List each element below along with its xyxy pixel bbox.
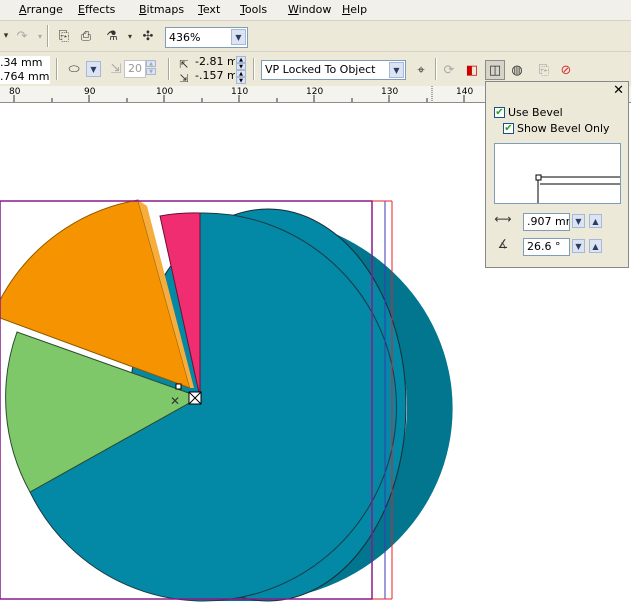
bevel-depth-icon: ⟷ [494,212,512,226]
vp-y-icon: ⇲ [179,71,189,85]
bevel-icon[interactable]: ◫ [485,60,505,80]
standard-toolbar: ▾ ↷ ▾ ⎘ ⎙ ⚗ ▾ ✣ 436% ▼ [0,21,631,52]
menu-help[interactable]: Help [342,3,367,16]
separator [435,58,437,80]
import-icon[interactable]: ⎘ [54,26,74,46]
separator [56,58,58,80]
vp-y-spin-down-icon[interactable]: ▼ [236,77,246,84]
checkmark-icon: ✔ [494,107,505,118]
position-y-field[interactable]: .764 mm [0,70,50,84]
show-bevel-only-checkbox[interactable]: ✔ Show Bevel Only [503,122,610,135]
menu-text[interactable]: Text [198,3,220,16]
publish-icon[interactable]: ⚗ [102,26,122,46]
bevel-angle-field[interactable]: 26.6 ° [523,238,570,256]
menu-arrange[interactable]: Arrange [19,3,63,16]
depth-value: 20 [128,62,142,75]
vp-target-icon[interactable]: ⌖ [411,60,431,80]
depth-field[interactable]: 20 [124,60,146,78]
bevel-angle-value: 26.6 ° [527,240,561,253]
vp-x-value: -2.81 mr [195,55,235,68]
redo-icon[interactable]: ↷ [12,26,32,46]
vp-x-spin-up-icon[interactable]: ▲ [236,56,246,63]
close-icon[interactable]: ✕ [613,83,624,98]
depth-spin-down-icon[interactable]: ▼ [146,68,156,75]
vp-y-spin-up-icon[interactable]: ▲ [236,70,246,77]
position-x-field[interactable]: .34 mm [0,56,50,70]
ruler-label: 100 [156,87,174,97]
bevel-angle-icon: ∡ [497,237,509,251]
app-launcher-icon[interactable]: ✣ [138,26,158,46]
vp-y-field[interactable]: -.157 mr [193,69,235,83]
menu-bitmaps[interactable]: Bitmaps [139,3,184,16]
menu-effects[interactable]: Effects [78,3,115,16]
vp-x-spin-down-icon[interactable]: ▼ [236,63,246,70]
ruler-label: 110 [231,87,249,97]
vp-y-value: -.157 mr [195,69,235,82]
menu-bar: Arrange Effects Bitmaps Text Tools Windo… [0,0,631,21]
publish-dropdown-icon[interactable]: ▾ [120,26,140,46]
bevel-depth-down-icon[interactable]: ▼ [572,214,585,228]
depth-icon: ⇲ [110,61,122,77]
depth-spin-up-icon[interactable]: ▲ [146,60,156,67]
bevel-panel: ✕ ✔ Use Bevel ✔ Show Bevel Only ⟷ .907 m… [485,81,629,268]
extrusion-type-dropdown-icon[interactable]: ▼ [86,61,101,77]
lighting-icon[interactable]: ◍ [507,60,527,80]
zoom-dropdown-icon[interactable]: ▼ [231,29,246,45]
extrusion-color-icon[interactable]: ◧ [462,60,482,80]
bevel-preview[interactable] [494,143,621,204]
bevel-preview-graph [535,174,620,203]
bevel-depth-value: .907 mm [527,215,569,228]
ruler-label: 120 [306,87,324,97]
extrusion-type-icon[interactable]: ⬭ [64,59,84,79]
clear-extrude-icon[interactable]: ⊘ [556,60,576,80]
separator [47,25,49,47]
vanishing-point-select[interactable]: VP Locked To Object [261,60,406,80]
vanishing-handle[interactable] [175,383,182,390]
bevel-depth-field[interactable]: .907 mm [523,213,570,231]
ruler-label: 90 [84,87,96,97]
export-icon[interactable]: ⎙ [76,26,96,46]
ruler-label: 80 [9,87,21,97]
bevel-depth-up-icon[interactable]: ▲ [589,214,602,228]
show-bevel-only-label: Show Bevel Only [517,122,610,135]
vanishing-point-dropdown-icon[interactable]: ▼ [389,62,404,78]
vp-x-field[interactable]: -2.81 mr [193,55,235,69]
ruler-label: 130 [381,87,399,97]
extrude-rotation-icon[interactable]: ⟳ [439,60,459,80]
use-bevel-label: Use Bevel [508,106,563,119]
zoom-level-value: 436% [169,31,201,44]
menu-window[interactable]: Window [288,3,331,16]
position-y-value: .764 mm [0,70,50,83]
checkmark-icon: ✔ [503,123,514,134]
bevel-angle-up-icon[interactable]: ▲ [589,239,602,253]
bevel-angle-down-icon[interactable]: ▼ [572,239,585,253]
ruler-label: 140 [456,87,474,97]
position-x-value: .34 mm [0,56,43,69]
copy-extrude-icon[interactable]: ⎘ [534,60,554,80]
menu-tools[interactable]: Tools [240,3,267,16]
rotate-handle-icon[interactable]: ✕ [170,394,180,408]
use-bevel-checkbox[interactable]: ✔ Use Bevel [494,106,563,119]
separator [253,58,255,80]
vanishing-point-value: VP Locked To Object [265,63,376,76]
separator [168,58,170,80]
